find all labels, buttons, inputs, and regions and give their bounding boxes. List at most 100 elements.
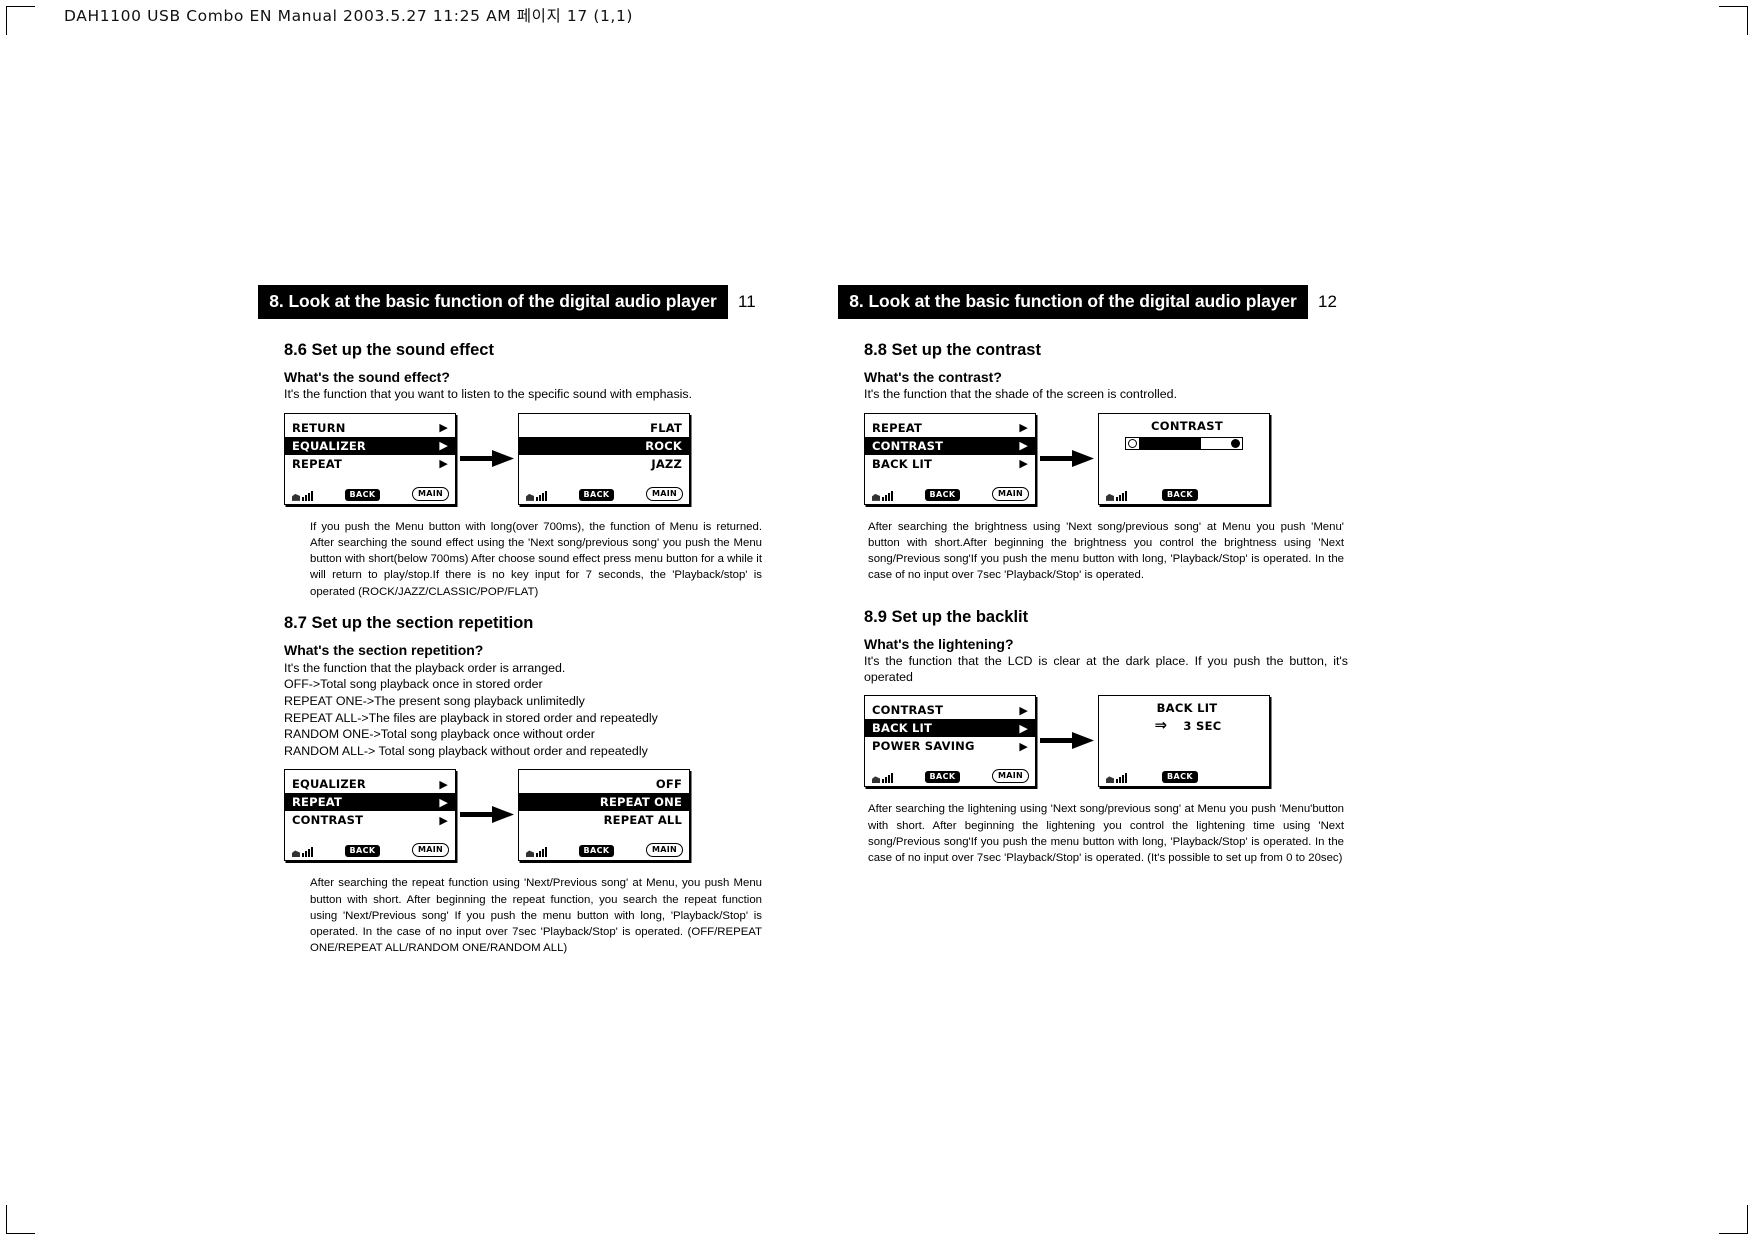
section-86-note: If you push the Menu button with long(ov… (310, 520, 762, 598)
lcd-menu-row[interactable]: POWER SAVING ▶ (865, 737, 1035, 755)
lcd-menu-row[interactable]: CONTRAST ▶ (865, 701, 1035, 719)
lcd-menu-label: RETURN (292, 420, 346, 435)
lcd-menu-label: REPEAT (292, 456, 343, 471)
lcd-menu-row[interactable]: RETURN ▶ (285, 419, 455, 437)
flow-arrow-icon (456, 448, 518, 470)
back-chip[interactable]: BACK (924, 771, 961, 784)
triangle-right-icon: ▶ (439, 777, 448, 791)
flow-arrow-icon (1036, 448, 1098, 470)
section-89-title: 8.9 Set up the backlit (864, 607, 1029, 626)
backlit-value-row: ⇒ 3 SEC (1099, 718, 1269, 733)
triangle-right-icon: ▶ (439, 813, 448, 827)
lcd-menu-rows: RETURN ▶ EQUALIZER ▶ REPEAT ▶ (285, 419, 455, 473)
lcd-menu-label: REPEAT (872, 420, 923, 435)
back-chip[interactable]: BACK (578, 845, 615, 858)
lcd-menu-row[interactable]: OFF (519, 775, 689, 793)
right-page-chapter-banner: 8. Look at the basic function of the dig… (838, 285, 1308, 319)
lcd-backlit-body: BACK LIT ⇒ 3 SEC (1099, 701, 1269, 733)
lcd-screen-equalizer-menu: RETURN ▶ EQUALIZER ▶ REPEAT ▶ BACK MAIN (284, 412, 456, 505)
lcd-contrast-body: CONTRAST (1099, 419, 1269, 450)
lcd-status-bar: BACK (1099, 768, 1269, 784)
main-chip[interactable]: MAIN (645, 486, 683, 501)
lcd-menu-label: CONTRAST (292, 813, 364, 828)
description-line: RANDOM ALL-> Total song playback without… (284, 743, 648, 758)
section-86-question: What's the sound effect? (284, 369, 450, 385)
signal-icon (1106, 489, 1127, 501)
back-chip[interactable]: BACK (924, 488, 961, 501)
lcd-screen-backlit-value: BACK LIT ⇒ 3 SEC BACK (1098, 695, 1270, 788)
lcd-status-bar: BACK MAIN (865, 768, 1035, 784)
lcd-menu-row[interactable]: FLAT (519, 419, 689, 437)
section-89-answer: It's the function that the LCD is clear … (864, 653, 1348, 684)
right-page-number: 12 (1318, 292, 1337, 311)
lcd-status-bar: BACK MAIN (519, 486, 689, 501)
signal-icon (526, 489, 547, 501)
main-chip[interactable]: MAIN (645, 843, 683, 858)
lcd-menu-label: REPEAT (292, 795, 343, 810)
backlit-value[interactable]: 3 SEC (1183, 719, 1221, 733)
back-chip[interactable]: BACK (344, 488, 381, 501)
flow-arrow-icon (456, 804, 518, 826)
contrast-slider-wrap (1099, 436, 1269, 450)
lcd-screen-repeat-menu: EQUALIZER ▶ REPEAT ▶ CONTRAST ▶ BACK MAI… (284, 769, 456, 862)
back-chip[interactable]: BACK (1162, 488, 1198, 501)
lcd-status-bar: BACK MAIN (519, 842, 689, 858)
lcd-screen-title: BACK LIT (1156, 701, 1218, 716)
triangle-right-icon: ▶ (439, 421, 448, 435)
left-page-banner-row: 8. Look at the basic function of the dig… (258, 285, 768, 319)
crop-mark-bottom-right (1719, 1205, 1748, 1234)
slider-knob[interactable] (1231, 438, 1240, 448)
back-chip[interactable]: BACK (344, 845, 381, 858)
section-87-figure: EQUALIZER ▶ REPEAT ▶ CONTRAST ▶ BACK MAI… (284, 769, 768, 862)
lcd-menu-row-selected[interactable]: REPEAT ONE (519, 793, 689, 812)
section-88-note: After searching the brightness using 'Ne… (868, 520, 1344, 582)
main-chip[interactable]: MAIN (411, 486, 449, 501)
main-chip[interactable]: MAIN (411, 843, 449, 858)
right-page-content: 8.8 Set up the contrast What's the contr… (838, 319, 1348, 866)
section-86-figure: RETURN ▶ EQUALIZER ▶ REPEAT ▶ BACK MAIN … (284, 412, 768, 505)
section-88-title: 8.8 Set up the contrast (864, 341, 1041, 359)
lcd-menu-label: CONTRAST (872, 703, 944, 718)
description-line: RANDOM ONE->Total song playback once wit… (284, 727, 595, 742)
lcd-menu-label: EQUALIZER (292, 777, 366, 792)
main-chip[interactable]: MAIN (991, 486, 1029, 501)
signal-icon (872, 771, 893, 784)
lcd-menu-row[interactable]: REPEAT ALL (519, 811, 689, 829)
triangle-right-icon: ▶ (1019, 703, 1028, 717)
back-chip[interactable]: BACK (1162, 771, 1198, 784)
crop-mark-top-left (6, 6, 35, 35)
lcd-menu-row[interactable]: EQUALIZER ▶ (285, 775, 455, 793)
triangle-right-icon: ▶ (439, 457, 448, 471)
lcd-menu-rows: FLAT ROCK JAZZ (519, 419, 689, 473)
lcd-screen-equalizer-presets: FLAT ROCK JAZZ BACK MAIN (518, 412, 690, 505)
signal-icon (1106, 771, 1127, 784)
left-page-chapter-banner: 8. Look at the basic function of the dig… (258, 285, 728, 319)
lcd-menu-row[interactable]: JAZZ (519, 455, 689, 473)
triangle-right-icon: ▶ (1019, 721, 1028, 735)
lcd-menu-rows: REPEAT ▶ CONTRAST ▶ BACK LIT ▶ (865, 419, 1035, 473)
lcd-menu-label: EQUALIZER (292, 438, 366, 453)
back-chip[interactable]: BACK (578, 488, 615, 501)
lcd-menu-row-selected[interactable]: CONTRAST ▶ (865, 436, 1035, 455)
main-chip[interactable]: MAIN (991, 769, 1029, 784)
lcd-menu-label: POWER SAVING (872, 739, 975, 754)
lcd-menu-row[interactable]: REPEAT ▶ (285, 455, 455, 473)
lcd-menu-row-selected[interactable]: REPEAT ▶ (285, 793, 455, 812)
description-line: OFF->Total song playback once in stored … (284, 677, 543, 692)
lcd-menu-row-selected[interactable]: BACK LIT ▶ (865, 719, 1035, 738)
lcd-menu-row-selected[interactable]: EQUALIZER ▶ (285, 436, 455, 455)
lcd-menu-row[interactable]: BACK LIT ▶ (865, 455, 1035, 473)
print-header: DAH1100 USB Combo EN Manual 2003.5.27 11… (64, 7, 634, 25)
slider-fill (1139, 437, 1201, 449)
left-page-number: 11 (738, 292, 756, 311)
lcd-menu-row[interactable]: REPEAT ▶ (865, 419, 1035, 437)
signal-icon (872, 489, 893, 501)
section-88-question: What's the contrast? (864, 369, 1002, 385)
contrast-slider[interactable] (1125, 436, 1243, 450)
triangle-right-icon: ▶ (1019, 457, 1028, 471)
lcd-status-bar: BACK MAIN (285, 486, 455, 501)
signal-icon (292, 845, 313, 858)
triangle-right-icon: ▶ (439, 795, 448, 809)
lcd-menu-row[interactable]: CONTRAST ▶ (285, 811, 455, 829)
lcd-menu-row-selected[interactable]: ROCK (519, 436, 689, 455)
